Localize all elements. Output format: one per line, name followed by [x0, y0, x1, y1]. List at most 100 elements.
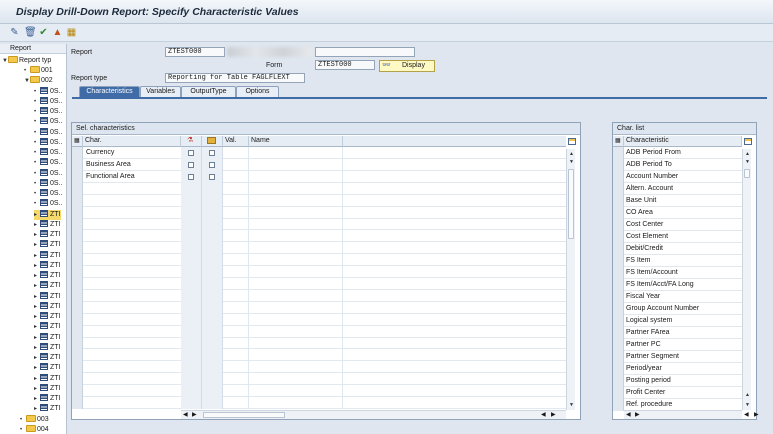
- tree-root[interactable]: ▼ Report typ: [2, 56, 51, 66]
- column-characteristic[interactable]: Characteristic: [624, 136, 742, 147]
- row-selector[interactable]: [613, 291, 624, 303]
- char-list-layout-icon[interactable]: [744, 138, 752, 145]
- tree-report-item[interactable]: ▸ ZTI: [34, 250, 61, 261]
- tree-report-item[interactable]: • 0S..: [34, 148, 62, 158]
- tree-report-item[interactable]: ▸ ZTI: [34, 383, 61, 394]
- row-selector[interactable]: [72, 277, 83, 290]
- tree-report-item[interactable]: ▸ ZTI: [34, 363, 61, 373]
- char-list-item[interactable]: ADB Period From: [624, 147, 742, 159]
- row-selector[interactable]: [613, 279, 624, 291]
- tree-report-item[interactable]: ▸ ZTI: [34, 312, 61, 322]
- hierarchy-checkbox[interactable]: [188, 161, 194, 168]
- row-selector[interactable]: [72, 396, 83, 409]
- row-selector[interactable]: [613, 399, 624, 411]
- char-list-item[interactable]: Logical system: [624, 315, 742, 327]
- trash-icon[interactable]: 🗑: [24, 27, 37, 38]
- tree-report-item[interactable]: • 0S..: [34, 137, 62, 148]
- row-selector[interactable]: [72, 289, 83, 302]
- scroll-up2-icon[interactable]: ▲: [745, 392, 750, 398]
- row-selector[interactable]: [613, 303, 624, 315]
- tree-report-item[interactable]: ▸ ZTI: [34, 209, 61, 220]
- char-list-item[interactable]: Partner FArea: [624, 327, 742, 339]
- hierarchy-checkbox[interactable]: [188, 173, 194, 180]
- tree-report-item[interactable]: ▸ ZTI: [34, 260, 61, 271]
- tree-report-item[interactable]: • 0S..: [34, 117, 62, 127]
- row-selector[interactable]: [72, 242, 83, 255]
- column-hierarchy[interactable]: ⚗: [181, 136, 202, 147]
- tree-folder-004[interactable]: • 004: [20, 424, 49, 434]
- row-selector[interactable]: [72, 266, 83, 278]
- row-selector[interactable]: [613, 147, 624, 159]
- check-icon[interactable]: ✔: [38, 27, 49, 38]
- char-list-item[interactable]: Posting period: [624, 375, 742, 387]
- tree-report-item[interactable]: ▸ ZTI: [34, 353, 61, 363]
- column-name[interactable]: Name: [249, 136, 343, 147]
- transport-icon[interactable]: ▲: [52, 27, 63, 38]
- tree-report-item[interactable]: ▸ ZTI: [34, 281, 61, 291]
- tree-report-item[interactable]: ▸ ZTI: [34, 301, 61, 312]
- tree-report-item[interactable]: ▸ ZTI: [34, 230, 61, 240]
- char-list-vertical-scrollbar[interactable]: ▲ ▼ ▲ ▼: [742, 149, 751, 410]
- row-selector[interactable]: [613, 219, 624, 231]
- char-list-item[interactable]: Fiscal Year: [624, 291, 742, 303]
- sel-horizontal-scrollbar[interactable]: ◀ ▶ ◀ ▶: [181, 410, 566, 419]
- row-selector[interactable]: [613, 231, 624, 243]
- char-list-item[interactable]: FS Item/Account: [624, 267, 742, 279]
- row-selector[interactable]: [72, 206, 83, 219]
- tree-report-item[interactable]: • 0S..: [34, 127, 62, 138]
- table-row[interactable]: [83, 361, 566, 374]
- form-field[interactable]: ZTEST000: [315, 60, 375, 70]
- row-selector[interactable]: [613, 363, 624, 375]
- row-selector[interactable]: [72, 230, 83, 243]
- scroll-right2-icon[interactable]: ▶: [551, 411, 556, 419]
- tab-options[interactable]: Options: [236, 86, 279, 97]
- tree-report-item[interactable]: ▸ ZTI: [34, 332, 61, 343]
- table-row[interactable]: [83, 266, 566, 278]
- scroll-bottom-icon[interactable]: ▼: [569, 402, 574, 408]
- tree-report-item[interactable]: ▸ ZTI: [34, 342, 61, 353]
- sel-vertical-scrollbar[interactable]: ▲ ▼ ▼: [566, 149, 575, 410]
- row-selector[interactable]: [72, 218, 83, 231]
- scroll-down-icon[interactable]: ▼: [569, 159, 574, 165]
- select-all-column[interactable]: ▦: [72, 136, 83, 147]
- row-selector[interactable]: [613, 171, 624, 183]
- row-selector[interactable]: [72, 337, 83, 350]
- row-selector[interactable]: [72, 254, 83, 267]
- row-selector[interactable]: [72, 194, 83, 207]
- row-selector[interactable]: [613, 159, 624, 171]
- char-list-horizontal-scrollbar[interactable]: ◀ ▶ ◀ ▶: [624, 410, 759, 419]
- column-layout-icon[interactable]: [568, 138, 576, 145]
- scroll-bottom-icon[interactable]: ▼: [745, 402, 750, 408]
- scroll-left2-icon[interactable]: ◀: [541, 411, 546, 419]
- char-list-item[interactable]: Profit Center: [624, 387, 742, 399]
- tree-report-item[interactable]: • 0S..: [34, 107, 62, 117]
- row-selector[interactable]: [613, 183, 624, 195]
- hierarchy-checkbox[interactable]: [188, 150, 194, 156]
- scroll-up-icon[interactable]: ▲: [745, 151, 750, 157]
- tree-report-item[interactable]: ▸ ZTI: [34, 404, 61, 414]
- table-row[interactable]: Currency: [83, 147, 566, 159]
- row-selector[interactable]: [72, 373, 83, 386]
- char-list-item[interactable]: Debit/Credit: [624, 243, 742, 255]
- char-list-item[interactable]: Partner Segment: [624, 351, 742, 363]
- display-button[interactable]: 👓 Display: [379, 60, 435, 72]
- tree-report-item[interactable]: ▸ ZTI: [34, 271, 61, 281]
- row-selector[interactable]: [613, 267, 624, 279]
- char-list-scroll-thumb[interactable]: [744, 169, 750, 178]
- row-selector[interactable]: [613, 315, 624, 327]
- scroll-left-icon[interactable]: ◀: [626, 411, 631, 419]
- pen-icon[interactable]: ✎: [9, 27, 20, 38]
- tree-report-item[interactable]: ▸ ZTI: [34, 240, 61, 250]
- char-list-select-all[interactable]: ▦: [613, 136, 624, 147]
- char-list-item[interactable]: Cost Center: [624, 219, 742, 231]
- row-selector[interactable]: [613, 351, 624, 363]
- table-row[interactable]: [83, 349, 566, 362]
- row-selector[interactable]: [72, 385, 83, 397]
- row-selector[interactable]: [72, 158, 83, 171]
- table-row[interactable]: [83, 218, 566, 231]
- row-selector[interactable]: [613, 255, 624, 267]
- scroll-left-icon[interactable]: ◀: [183, 411, 188, 419]
- row-selector[interactable]: [72, 313, 83, 326]
- column-char[interactable]: Char.: [83, 136, 181, 147]
- scroll-left2-icon[interactable]: ◀: [744, 411, 749, 419]
